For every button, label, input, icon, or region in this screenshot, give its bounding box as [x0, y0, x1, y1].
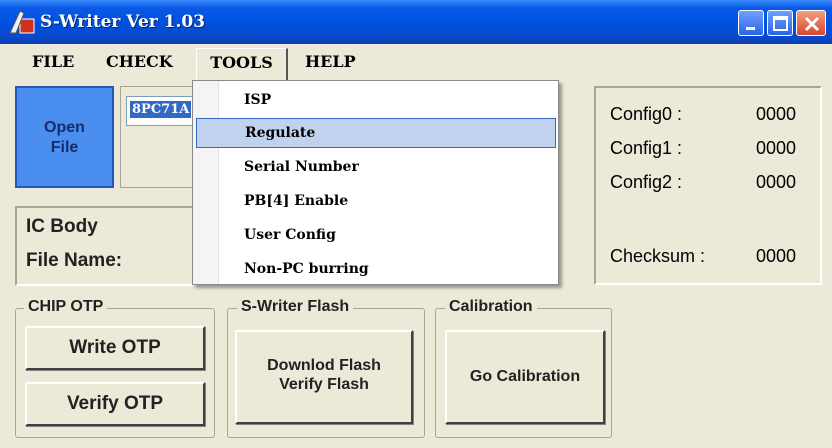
- menu-item-regulate[interactable]: Regulate: [196, 118, 556, 148]
- menu-help[interactable]: HELP: [305, 49, 356, 75]
- title-bar: S-Writer Ver 1.03: [0, 0, 832, 44]
- verify-flash-label: Verify Flash: [279, 376, 369, 393]
- menu-item-user-config[interactable]: User Config: [196, 221, 556, 251]
- tools-dropdown-menu: ISP Regulate Serial Number PB[4] Enable …: [192, 80, 559, 285]
- config0-label: Config0 :: [610, 104, 683, 124]
- menu-bar: FILE CHECK TOOLS HELP: [0, 44, 832, 80]
- open-file-label-line2: File: [50, 139, 79, 156]
- menu-file[interactable]: FILE: [32, 49, 74, 75]
- menu-item-non-pc-burring[interactable]: Non-PC burring: [196, 255, 556, 285]
- minimize-button[interactable]: [738, 10, 764, 36]
- write-otp-button[interactable]: Write OTP: [25, 326, 205, 370]
- open-file-button[interactable]: Open File: [15, 86, 114, 188]
- config1-value: 0000: [756, 138, 797, 158]
- menu-item-pb4-enable[interactable]: PB[4] Enable: [196, 187, 556, 217]
- chip-select[interactable]: 8PC71A: [126, 96, 196, 126]
- verify-otp-button[interactable]: Verify OTP: [25, 382, 205, 426]
- app-icon: [8, 9, 36, 35]
- menu-item-isp[interactable]: ISP: [196, 86, 556, 116]
- chip-select-value: 8PC71A: [130, 101, 192, 118]
- download-flash-label: Downlod Flash: [267, 357, 381, 374]
- menu-item-serial-number[interactable]: Serial Number: [196, 153, 556, 183]
- config2-value: 0000: [756, 172, 797, 192]
- download-verify-flash-button[interactable]: Downlod Flash Verify Flash: [235, 330, 413, 424]
- chip-otp-title: CHIP OTP: [24, 298, 108, 316]
- config0-value: 0000: [756, 104, 797, 124]
- window-title: S-Writer Ver 1.03: [40, 12, 206, 32]
- open-file-label-line1: Open: [44, 119, 85, 136]
- file-name-label: File Name:: [26, 250, 123, 271]
- swriter-flash-title: S-Writer Flash: [237, 298, 354, 316]
- go-calibration-button[interactable]: Go Calibration: [445, 330, 605, 424]
- config1-label: Config1 :: [610, 138, 683, 158]
- close-button[interactable]: [796, 10, 826, 36]
- checksum-value: 0000: [756, 246, 797, 266]
- checksum-label: Checksum :: [610, 246, 706, 266]
- menu-check[interactable]: CHECK: [106, 49, 173, 75]
- config2-label: Config2 :: [610, 172, 683, 192]
- maximize-button[interactable]: [767, 10, 793, 36]
- ic-body-label: IC Body: [26, 216, 98, 237]
- calibration-title: Calibration: [445, 298, 537, 316]
- menu-tools[interactable]: TOOLS: [196, 48, 288, 80]
